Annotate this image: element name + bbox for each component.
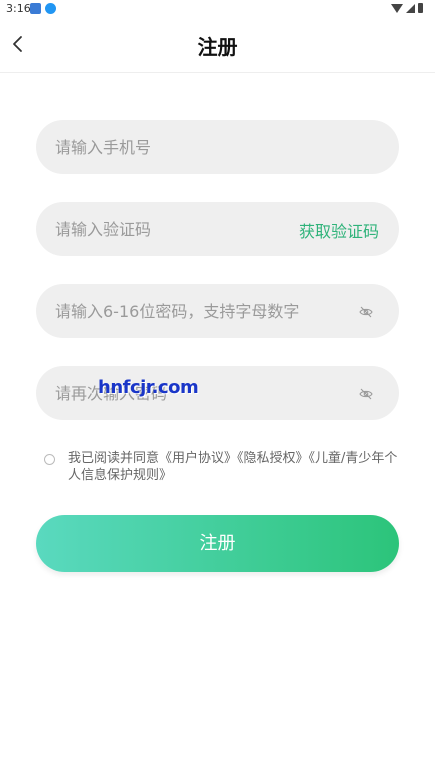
phone-field-container [36, 120, 399, 174]
eye-hidden-icon [359, 306, 373, 318]
signal-icon [406, 3, 415, 13]
password-field-container [36, 284, 399, 338]
phone-input[interactable] [55, 120, 375, 174]
agreement-checkbox[interactable] [44, 454, 55, 465]
get-code-button[interactable]: 获取验证码 [299, 218, 379, 242]
verification-code-input[interactable] [55, 202, 275, 256]
wifi-icon [391, 3, 403, 13]
code-field-container: 获取验证码 [36, 202, 399, 256]
page-title: 注册 [197, 35, 238, 59]
password-visibility-toggle[interactable] [359, 304, 373, 318]
notification-app-icon [30, 3, 41, 14]
confirm-password-field-container [36, 366, 399, 420]
confirm-password-visibility-toggle[interactable] [359, 386, 373, 400]
watermark: hnfcjr.com [98, 377, 199, 398]
agreement-text[interactable]: 我已阅读并同意《用户协议》《隐私授权》《儿童/青少年个人信息保护规则》 [68, 450, 398, 484]
status-indicators [391, 3, 423, 13]
header: 注册 [0, 18, 435, 73]
status-time: 3:16 [6, 2, 31, 15]
password-input[interactable] [55, 284, 345, 338]
status-bar: 3:16 [0, 0, 435, 18]
battery-icon [418, 3, 423, 13]
download-notification-icon [45, 3, 56, 14]
eye-hidden-icon [359, 388, 373, 400]
register-button[interactable]: 注册 [36, 515, 399, 572]
